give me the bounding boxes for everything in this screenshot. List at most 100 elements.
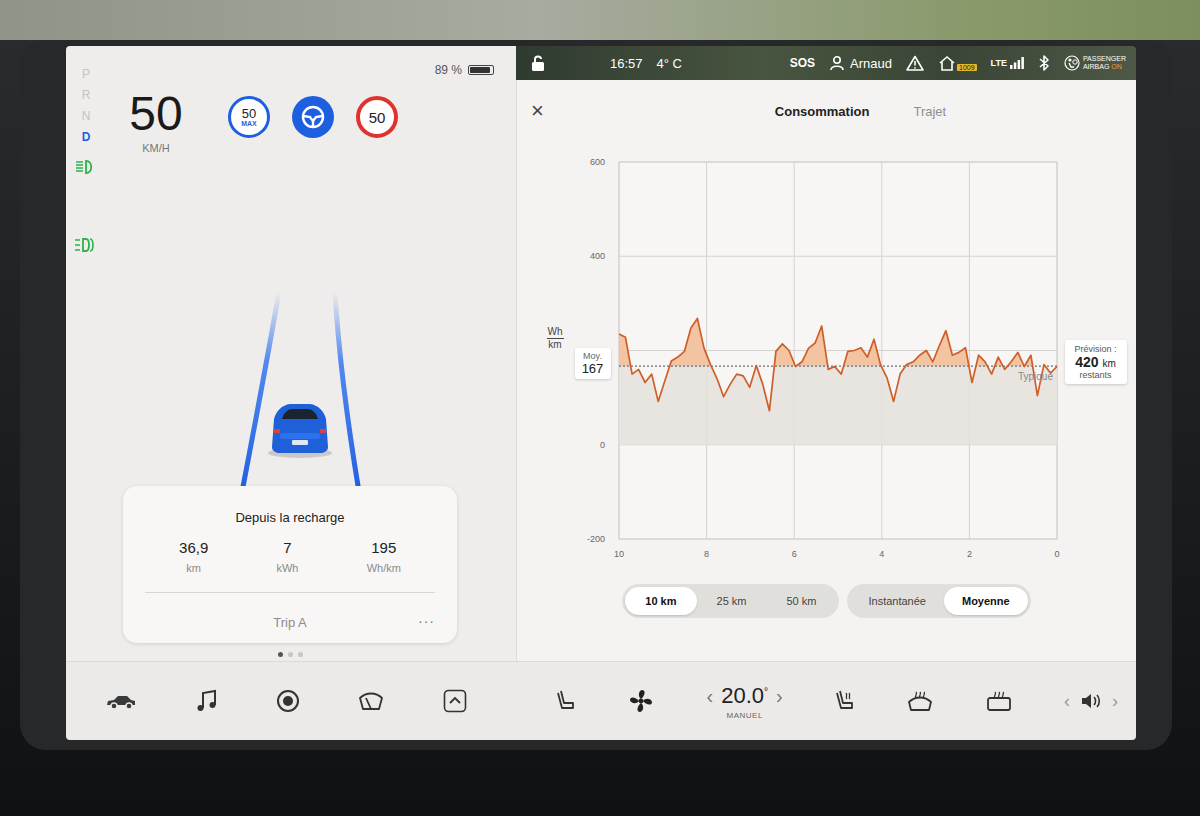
- x-tick: 2: [966, 549, 971, 559]
- temperature-down-button[interactable]: ‹: [707, 686, 714, 706]
- series-area: [619, 319, 1057, 445]
- trip-name: Trip A: [273, 615, 306, 630]
- gear-letter: N: [82, 106, 91, 127]
- gear-letter: D: [82, 127, 91, 148]
- front-defrost-icon[interactable]: [907, 690, 933, 712]
- mode-selector: InstantanéeMoyenne: [847, 584, 1030, 618]
- photo-frame: PRND 89 % 50KM/H 50MAX 50 Depuis la recharge3…: [0, 0, 1200, 816]
- lane-visualization: [200, 287, 400, 492]
- steering-wheel-icon: [300, 104, 326, 130]
- warning-icon[interactable]: [906, 55, 924, 71]
- gear-letter: R: [82, 85, 91, 106]
- grid-line: [968, 162, 969, 539]
- range-button[interactable]: 10 km: [625, 587, 696, 615]
- unit-label: Whkm: [547, 326, 564, 351]
- display-bezel: PRND 89 % 50KM/H 50MAX 50 Depuis la recharge3…: [20, 40, 1172, 750]
- speed-value: 50: [129, 88, 182, 140]
- y-tick: 600: [589, 157, 604, 167]
- chevron-up-icon[interactable]: [443, 689, 467, 713]
- lock-icon[interactable]: [530, 54, 546, 72]
- signal-bars-icon: [1010, 57, 1024, 69]
- car-icon: [268, 404, 332, 458]
- card-pager[interactable]: [96, 652, 484, 657]
- energy-app: ×ConsommationTrajetTypique6004000-200108…: [516, 80, 1136, 661]
- grid-line: [619, 256, 1057, 257]
- cellular-signal: LTE: [991, 57, 1024, 69]
- trip-title: Depuis la recharge: [145, 510, 435, 525]
- climate-mode: MANUEL: [727, 711, 763, 720]
- x-tick: 6: [791, 549, 796, 559]
- person-icon: [829, 55, 845, 71]
- airbag-icon: [1064, 55, 1080, 71]
- speaker-icon[interactable]: [1080, 691, 1102, 711]
- trip-card[interactable]: Depuis la recharge36,9km7kWh195Wh/kmTrip…: [123, 486, 457, 643]
- gear-selector: PRND: [66, 60, 106, 657]
- grid-line: [793, 162, 794, 539]
- above-average-area: [619, 319, 1057, 367]
- trip-stat: 195Wh/km: [367, 539, 401, 574]
- touchscreen: PRND 89 % 50KM/H 50MAX 50 Depuis la recharge3…: [66, 46, 1136, 740]
- seat-icon[interactable]: [556, 689, 576, 713]
- grid-line: [881, 162, 882, 539]
- clock: 16:57: [610, 56, 643, 71]
- home-badge: 1009: [957, 64, 977, 71]
- y-tick: 0: [599, 440, 604, 450]
- sos-button[interactable]: SOS: [790, 56, 815, 70]
- bluetooth-icon[interactable]: [1038, 54, 1050, 72]
- autosteer-indicator: [292, 96, 334, 138]
- forecast-badge: Prévision :420 kmrestants: [1065, 340, 1127, 384]
- y-tick: 400: [589, 251, 604, 261]
- headlight-icon: [74, 158, 98, 176]
- trip-more-button[interactable]: ···: [418, 613, 435, 629]
- average-badge: Moy.167: [575, 348, 611, 379]
- wiper-icon[interactable]: [358, 690, 384, 712]
- pager-dot[interactable]: [288, 652, 293, 657]
- consumption-chart: Typique6004000-2001086420WhkmMoy.167Prév…: [527, 150, 1127, 562]
- windshield-view: [0, 0, 1200, 40]
- lane-line: [242, 292, 279, 492]
- temperature-up-button[interactable]: ›: [776, 686, 783, 706]
- grid-line: [619, 539, 1057, 540]
- rear-defrost-icon[interactable]: [986, 690, 1012, 712]
- x-tick: 0: [1054, 549, 1059, 559]
- plot-area: [619, 162, 1057, 539]
- status-bar: 16:57 4° C SOS Arnaud 1009 LTE PASSENGERAIRBAG…: [516, 46, 1136, 80]
- passenger-airbag-status: PASSENGERAIRBAG ON: [1064, 55, 1126, 71]
- battery-percent: 89 %: [435, 63, 462, 77]
- car-icon[interactable]: [105, 691, 137, 711]
- range-button[interactable]: 25 km: [697, 587, 767, 615]
- outside-temperature: 4° C: [657, 56, 682, 71]
- parking-light-icon: [73, 236, 99, 254]
- consumption-line: [619, 319, 1057, 411]
- tab[interactable]: Trajet: [913, 98, 946, 125]
- volume-up-button[interactable]: ›: [1112, 692, 1118, 710]
- y-tick: -200: [586, 534, 604, 544]
- tab[interactable]: Consommation: [775, 98, 870, 125]
- seat-heater-icon[interactable]: [835, 689, 855, 713]
- homelink[interactable]: 1009: [938, 55, 977, 71]
- x-tick: 4: [879, 549, 884, 559]
- mode-button[interactable]: Instantanée: [850, 587, 944, 615]
- battery-icon: [468, 65, 494, 75]
- typical-label: Typique: [1017, 371, 1052, 382]
- range-button[interactable]: 50 km: [767, 587, 837, 615]
- volume-control: ‹›: [1064, 691, 1118, 711]
- close-button[interactable]: ×: [531, 100, 581, 122]
- speedometer: 50KM/H: [116, 88, 196, 154]
- pager-dot[interactable]: [298, 652, 303, 657]
- grid-line: [706, 162, 707, 539]
- app-panel: 16:57 4° C SOS Arnaud 1009 LTE PASSENGERAIRBAG…: [516, 46, 1136, 661]
- camera-icon[interactable]: [276, 689, 300, 713]
- pager-dot[interactable]: [278, 652, 283, 657]
- x-tick: 8: [704, 549, 709, 559]
- grid-line: [1056, 162, 1057, 539]
- range-selector: 10 km25 km50 km: [622, 584, 839, 618]
- mode-button[interactable]: Moyenne: [944, 587, 1028, 615]
- volume-down-button[interactable]: ‹: [1064, 692, 1070, 710]
- fan-icon[interactable]: [628, 688, 654, 714]
- music-icon[interactable]: [196, 689, 218, 713]
- chart-canvas: Typique6004000-2001086420: [527, 150, 1127, 562]
- driving-panel: PRND 89 % 50KM/H 50MAX 50 Depuis la recharge3…: [66, 46, 516, 661]
- driver-profile[interactable]: Arnaud: [829, 55, 892, 71]
- cruise-speed[interactable]: 50MAX: [228, 96, 270, 138]
